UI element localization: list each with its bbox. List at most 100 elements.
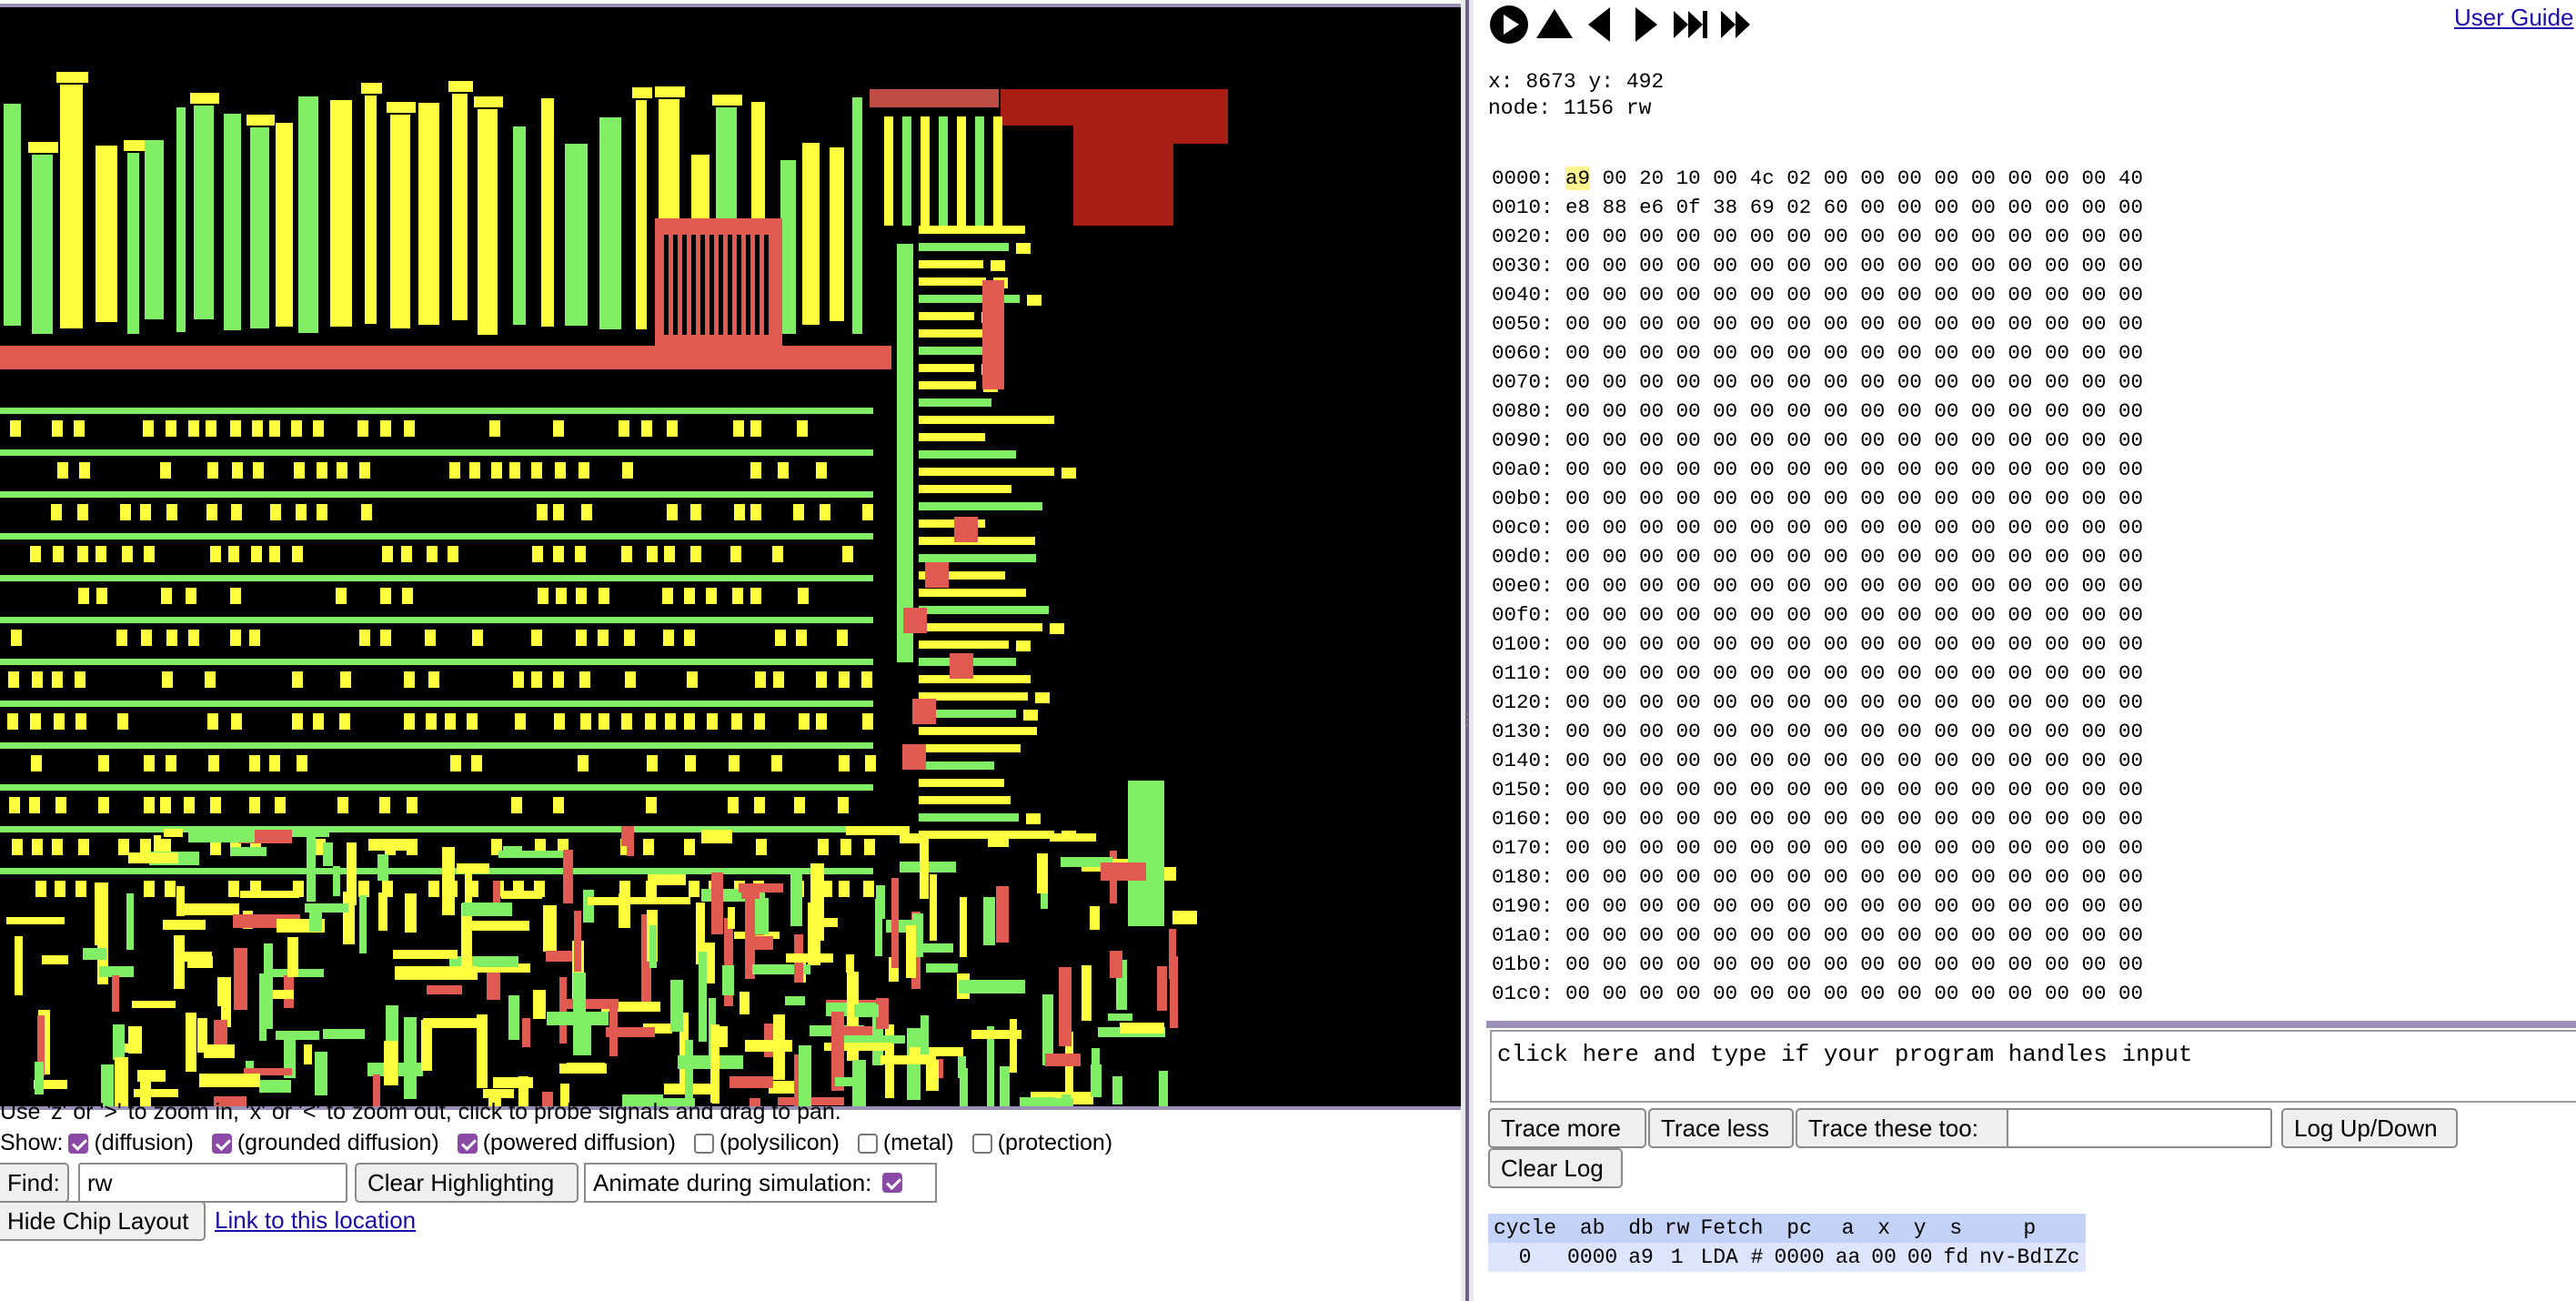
memory-byte[interactable]: 00 [1750,836,1775,860]
memory-byte[interactable]: 00 [1603,225,1627,248]
memory-byte[interactable]: 00 [1750,603,1775,627]
memory-byte[interactable]: 00 [1786,749,1811,772]
memory-byte[interactable]: 00 [1786,399,1811,423]
divider-grip-icon[interactable] [1464,710,1471,746]
memory-byte[interactable]: 00 [1639,953,1664,976]
memory-byte[interactable]: 00 [1824,661,1848,685]
memory-byte[interactable]: 00 [2007,545,2032,569]
memory-byte[interactable]: 00 [1565,865,1590,889]
memory-byte[interactable]: 00 [1934,283,1958,307]
memory-byte[interactable]: 00 [2007,196,2032,219]
memory-byte[interactable]: 00 [1750,399,1775,423]
memory-byte[interactable]: 00 [2007,516,2032,540]
memory-byte[interactable]: 00 [1603,720,1627,743]
memory-byte[interactable]: 00 [1639,487,1664,510]
memory-byte[interactable]: 00 [1824,399,1848,423]
memory-byte[interactable]: 00 [1971,632,1996,656]
memory-byte[interactable]: 00 [1897,370,1922,394]
memory-byte[interactable]: 00 [1786,545,1811,569]
memory-byte[interactable]: 00 [1860,283,1885,307]
memory-byte[interactable]: 00 [1934,982,1958,1005]
memory-byte[interactable]: 00 [2118,399,2143,423]
memory-byte[interactable]: 00 [1934,865,1958,889]
memory-byte[interactable]: 00 [1713,923,1737,947]
memory-byte[interactable]: a9 [1565,166,1591,190]
memory-byte[interactable]: 00 [1676,865,1701,889]
trace-these-too-button[interactable]: Trace these too: [1796,1108,2012,1148]
memory-byte[interactable]: 00 [1786,603,1811,627]
memory-byte[interactable]: 00 [2081,894,2106,918]
memory-byte[interactable]: 00 [1897,865,1922,889]
memory-byte[interactable]: 00 [1603,254,1627,277]
memory-byte[interactable]: 00 [1713,254,1737,277]
memory-byte[interactable]: 00 [2118,661,2143,685]
memory-byte[interactable]: 00 [1603,341,1627,365]
memory-byte[interactable]: 00 [1713,807,1737,831]
memory-byte[interactable]: 00 [1565,661,1590,685]
memory-byte[interactable]: 00 [2081,749,2106,772]
memory-byte[interactable]: 00 [1860,516,1885,540]
memory-byte[interactable]: 00 [2007,865,2032,889]
memory-byte[interactable]: 00 [2118,574,2143,598]
memory-byte[interactable]: 00 [1934,574,1958,598]
trace-these-too-input[interactable] [2007,1108,2272,1148]
memory-byte[interactable]: 00 [2081,196,2106,219]
memory-byte[interactable]: 00 [2081,778,2106,802]
memory-byte[interactable]: 00 [1713,749,1737,772]
memory-byte[interactable]: 00 [1713,603,1737,627]
memory-byte[interactable]: 00 [1676,632,1701,656]
memory-byte[interactable]: 00 [1565,458,1590,481]
memory-byte[interactable]: 00 [2007,254,2032,277]
memory-byte[interactable]: 00 [1713,953,1737,976]
memory-byte[interactable]: 00 [1897,661,1922,685]
memory-byte[interactable]: 00 [1603,166,1627,190]
memory-byte[interactable]: 00 [1786,370,1811,394]
memory-table[interactable]: 0000: a9 00 20 10 00 4c 02 00 00 00 00 0… [1492,164,2574,1023]
layer-checkbox[interactable] [457,1133,478,1154]
memory-byte[interactable]: 00 [1897,458,1922,481]
memory-byte[interactable]: 00 [1860,953,1885,976]
memory-byte[interactable]: 00 [1860,749,1885,772]
memory-byte[interactable]: 00 [2045,691,2069,714]
memory-byte[interactable]: 00 [1676,283,1701,307]
memory-byte[interactable]: 00 [1676,399,1701,423]
memory-byte[interactable]: 00 [1639,923,1664,947]
memory-byte[interactable]: 00 [2045,516,2069,540]
memory-byte[interactable]: 00 [1971,166,1996,190]
memory-byte[interactable]: 00 [2081,603,2106,627]
memory-byte[interactable]: 00 [1639,603,1664,627]
memory-byte[interactable]: 00 [1934,370,1958,394]
memory-byte[interactable]: 00 [1897,283,1922,307]
memory-byte[interactable]: 88 [1603,196,1627,219]
memory-byte[interactable]: 00 [2118,283,2143,307]
memory-byte[interactable]: 00 [1676,923,1701,947]
memory-byte[interactable]: 00 [1860,487,1885,510]
memory-byte[interactable]: 00 [1639,312,1664,336]
memory-byte[interactable]: 00 [1603,487,1627,510]
memory-byte[interactable]: 00 [2007,312,2032,336]
memory-byte[interactable]: 00 [1713,399,1737,423]
memory-byte[interactable]: 00 [1971,225,1996,248]
memory-byte[interactable]: 00 [2007,749,2032,772]
memory-byte[interactable]: 00 [1897,341,1922,365]
memory-byte[interactable]: 00 [2007,399,2032,423]
memory-byte[interactable]: 00 [1934,691,1958,714]
memory-byte[interactable]: 00 [1971,254,1996,277]
memory-byte[interactable]: 00 [2118,865,2143,889]
memory-byte[interactable]: 00 [1934,516,1958,540]
memory-byte[interactable]: 60 [1824,196,1848,219]
memory-byte[interactable]: 02 [1786,196,1811,219]
memory-byte[interactable]: 00 [1639,632,1664,656]
memory-byte[interactable]: 00 [1565,487,1590,510]
memory-byte[interactable]: 00 [1897,691,1922,714]
memory-byte[interactable]: 00 [1934,429,1958,452]
memory-byte[interactable]: 00 [1786,632,1811,656]
memory-byte[interactable]: 00 [1603,458,1627,481]
memory-byte[interactable]: 00 [2045,749,2069,772]
memory-byte[interactable]: 00 [1971,545,1996,569]
memory-byte[interactable]: 00 [1639,894,1664,918]
memory-byte[interactable]: 00 [1824,341,1848,365]
memory-byte[interactable]: 00 [1565,429,1590,452]
memory-byte[interactable]: 00 [1713,836,1737,860]
memory-byte[interactable]: 20 [1639,166,1664,190]
